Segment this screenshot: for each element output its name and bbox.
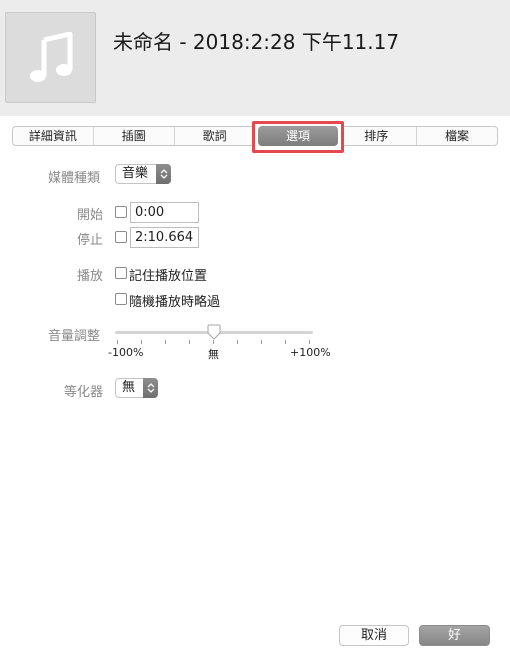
volume-label: 音量調整 bbox=[48, 329, 101, 344]
volume-tick bbox=[117, 340, 118, 344]
volume-tick bbox=[165, 340, 166, 344]
skip-shuffle-checkbox[interactable] bbox=[115, 293, 127, 305]
start-label: 開始 bbox=[77, 208, 104, 223]
volume-tick bbox=[285, 340, 286, 344]
media-kind-label: 媒體種類 bbox=[48, 171, 101, 186]
volume-tick bbox=[309, 340, 310, 344]
cancel-button[interactable]: 取消 bbox=[339, 625, 409, 646]
tab-sorting[interactable]: 排序 bbox=[336, 127, 418, 145]
media-kind-select[interactable]: 音樂 bbox=[115, 164, 171, 184]
song-title: 未命名 - 2018:2:28 下午11.17 bbox=[113, 30, 400, 54]
remember-position-label[interactable]: 記住播放位置 bbox=[129, 265, 207, 284]
equalizer-select[interactable]: 無 bbox=[115, 378, 158, 398]
volume-slider-thumb[interactable] bbox=[206, 324, 222, 340]
skip-shuffle-label[interactable]: 隨機播放時略過 bbox=[129, 291, 220, 310]
volume-tick bbox=[189, 340, 190, 344]
volume-tick bbox=[261, 340, 262, 344]
chevron-updown-icon bbox=[156, 164, 171, 184]
start-checkbox[interactable] bbox=[115, 206, 127, 218]
stop-time-field[interactable]: 2:10.664 bbox=[130, 227, 199, 248]
volume-tick bbox=[141, 340, 142, 344]
tab-details[interactable]: 詳細資訊 bbox=[13, 127, 94, 145]
volume-min-label: -100% bbox=[108, 346, 144, 359]
start-time-field[interactable]: 0:00 bbox=[130, 202, 199, 223]
tab-file[interactable]: 檔案 bbox=[417, 127, 497, 145]
playback-label: 播放 bbox=[77, 269, 104, 284]
artwork-placeholder[interactable] bbox=[5, 12, 96, 103]
equalizer-value: 無 bbox=[122, 380, 136, 395]
stop-checkbox[interactable] bbox=[115, 231, 127, 243]
stop-label: 停止 bbox=[77, 233, 104, 248]
ok-button[interactable]: 好 bbox=[419, 625, 490, 646]
volume-tick bbox=[213, 340, 214, 344]
media-kind-value: 音樂 bbox=[122, 166, 149, 181]
chevron-updown-icon bbox=[143, 378, 158, 398]
tab-options[interactable]: 選項 bbox=[258, 126, 338, 146]
music-note-icon bbox=[29, 31, 72, 82]
equalizer-label: 等化器 bbox=[64, 385, 104, 400]
remember-position-checkbox[interactable] bbox=[115, 267, 127, 279]
volume-max-label: +100% bbox=[290, 346, 331, 359]
tab-lyrics[interactable]: 歌詞 bbox=[175, 127, 256, 145]
tab-artwork[interactable]: 插圖 bbox=[94, 127, 175, 145]
volume-tick bbox=[237, 340, 238, 344]
volume-mid-label: 無 bbox=[208, 348, 219, 361]
header: 未命名 - 2018:2:28 下午11.17 bbox=[0, 0, 510, 116]
